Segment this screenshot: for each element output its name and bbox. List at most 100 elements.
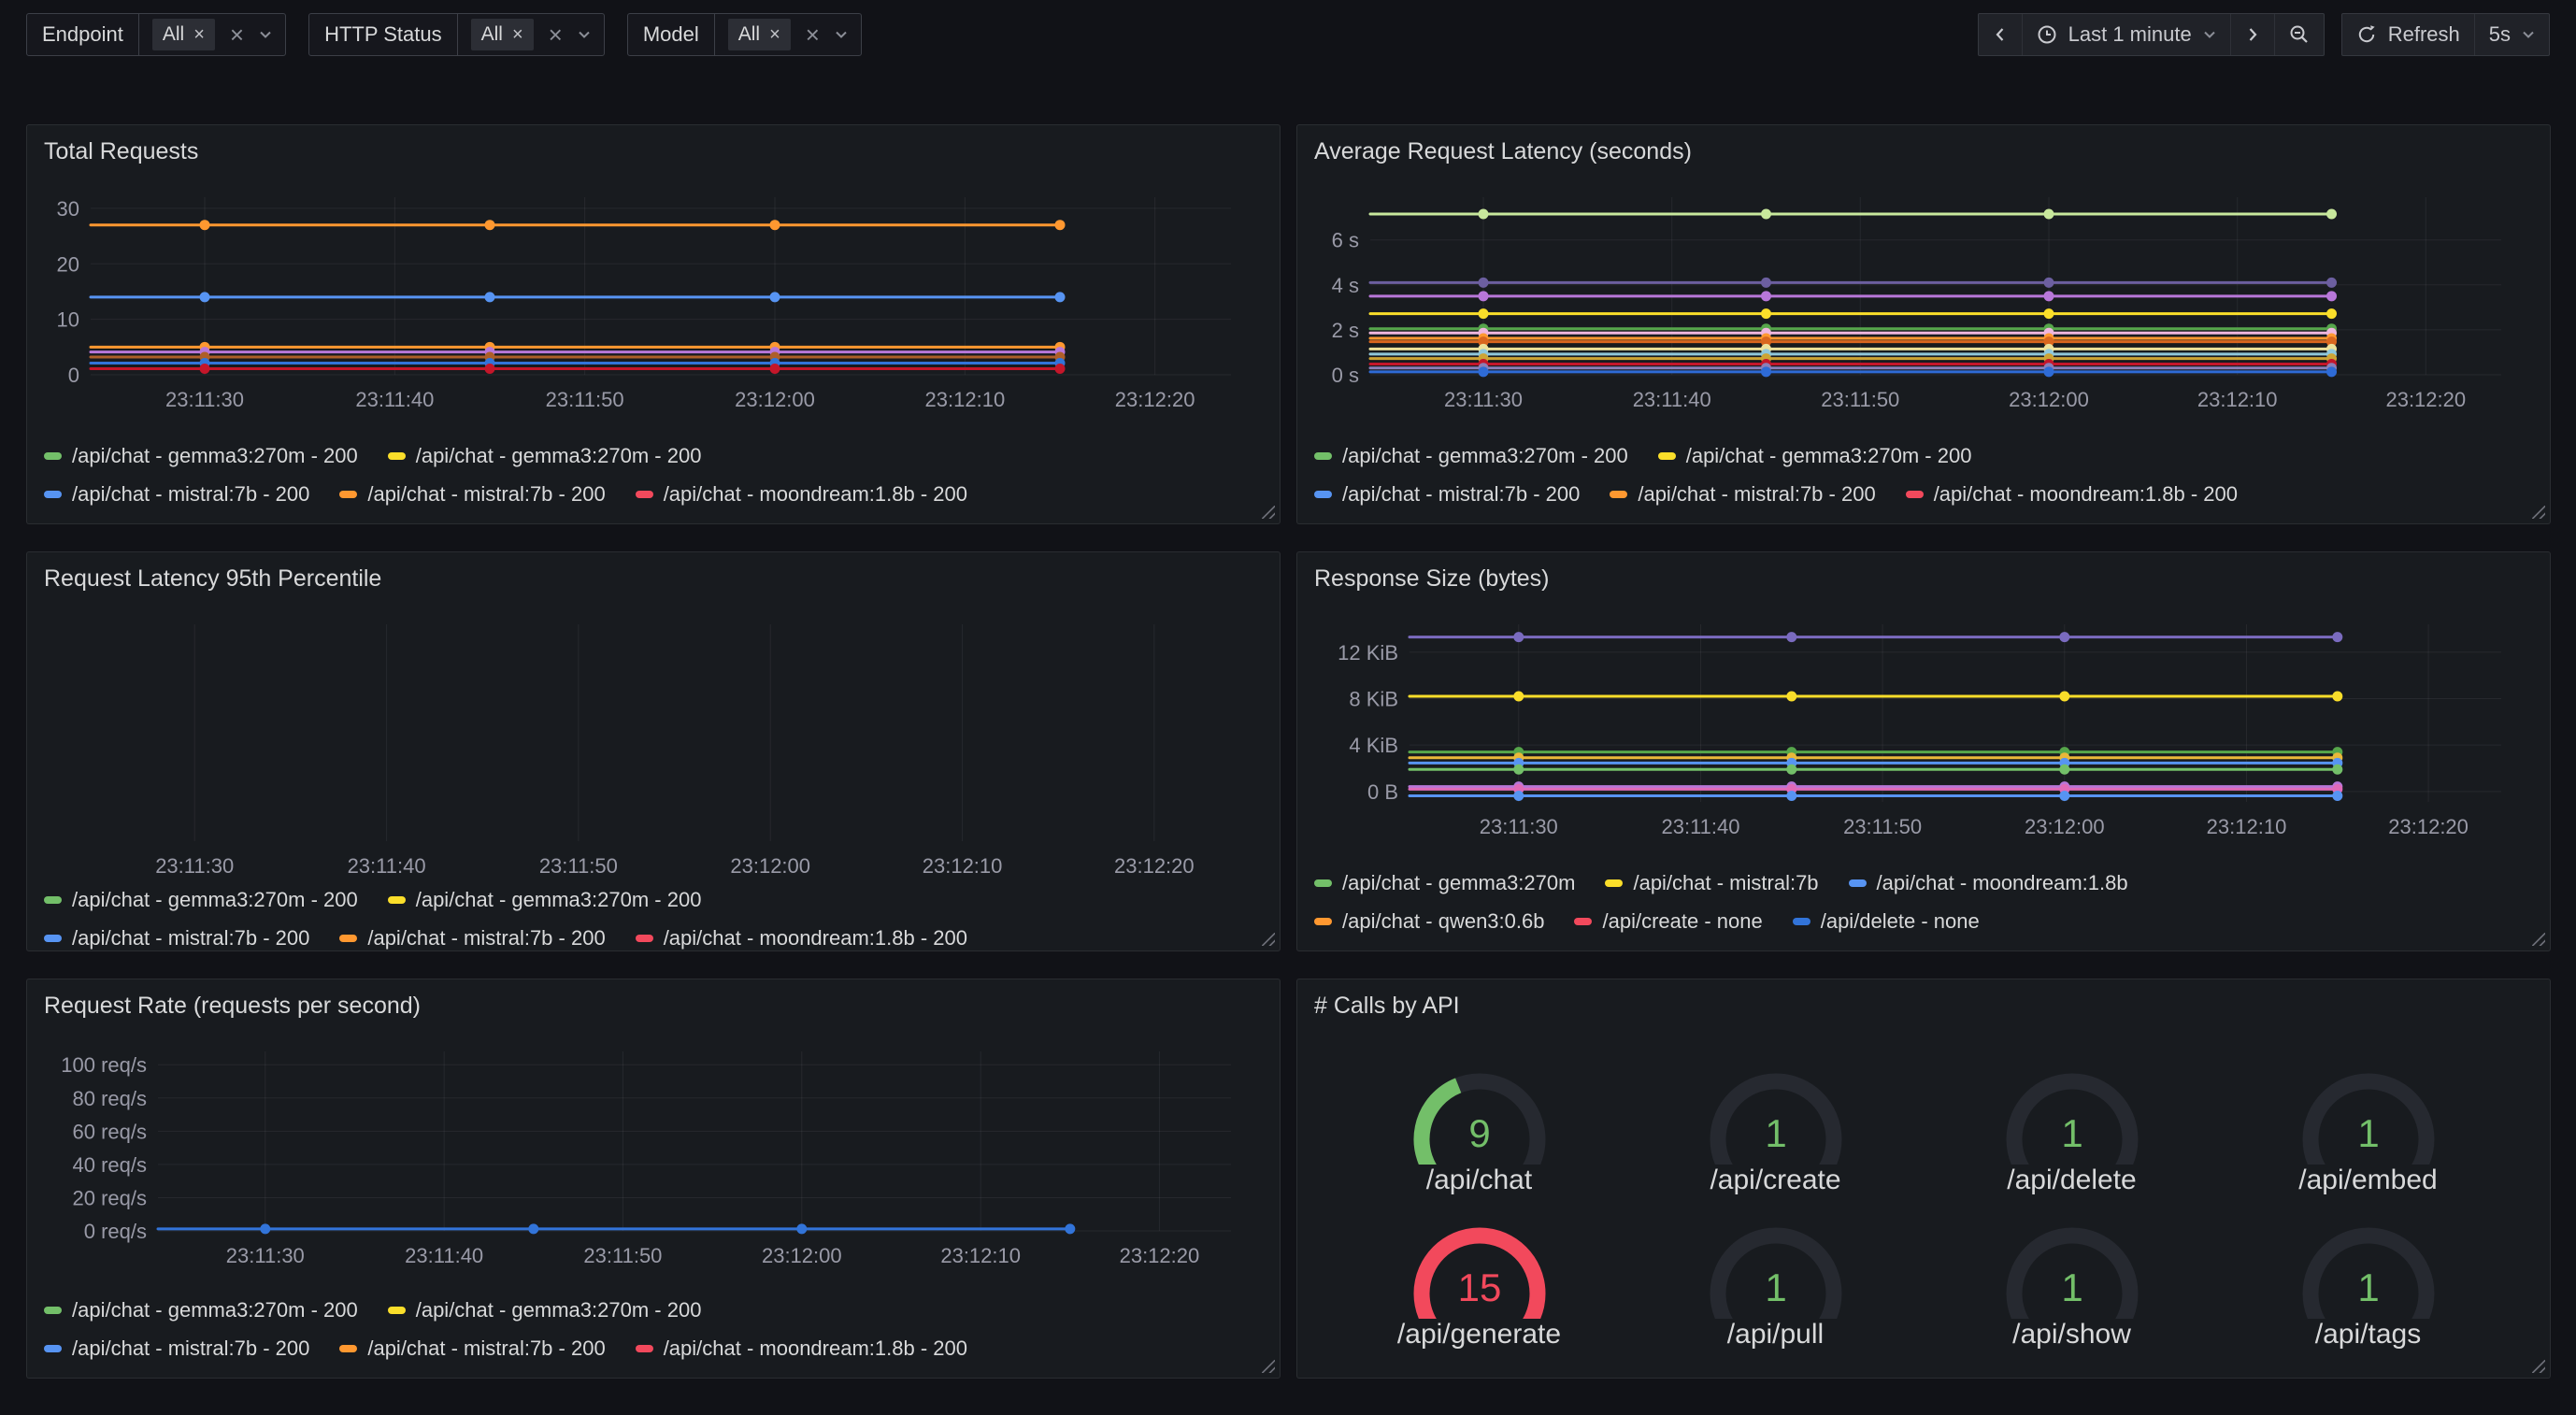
chart-area[interactable]: 23:11:3023:11:4023:11:5023:12:0023:12:10… [42,184,1265,418]
panel-title[interactable]: Request Rate (requests per second) [44,993,1265,1020]
legend-item[interactable]: /api/chat - mistral:7b [1605,871,1818,895]
timeseries-plot[interactable]: 23:11:3023:11:4023:11:5023:12:0023:12:10… [42,184,1265,418]
clear-filter-icon[interactable]: × [549,22,563,47]
remove-chip-icon[interactable]: × [193,25,205,44]
zoom-out-button[interactable] [2274,14,2324,55]
legend-marker [44,896,62,904]
legend-item[interactable]: /api/chat - gemma3:270m - 200 [1314,444,1628,468]
legend-row: /api/chat - gemma3:270m - 200/api/chat -… [44,1298,1263,1322]
filter-chip[interactable]: All× [152,19,215,50]
legend-label: /api/chat - moondream:1.8b - 200 [664,926,967,950]
filter-http-status[interactable]: HTTP StatusAll×× [308,13,605,56]
chart-area[interactable]: 23:11:3023:11:4023:11:5023:12:0023:12:10… [42,1038,1265,1274]
refresh-button[interactable]: Refresh [2342,14,2474,55]
legend-label: /api/chat - qwen3:0.6b [1342,909,1544,934]
clear-filter-icon[interactable]: × [230,22,244,47]
legend-item[interactable]: /api/chat - moondream:1.8b - 200 [636,482,967,507]
legend-item[interactable]: /api/chat - gemma3:270m - 200 [388,888,702,912]
legend-label: /api/chat - moondream:1.8b - 200 [1934,482,2238,507]
legend-marker [339,935,357,942]
legend-item[interactable]: /api/delete - none [1793,909,1980,934]
legend-item[interactable]: /api/chat - gemma3:270m [1314,871,1575,895]
legend-marker [1610,491,1627,498]
panel-resize-handle[interactable] [2532,506,2545,519]
gauge-api-delete: 1/api/delete [1983,1047,2161,1196]
chart-area[interactable]: 23:11:3023:11:4023:11:5023:12:0023:12:10… [42,611,1265,884]
remove-chip-icon[interactable]: × [512,25,523,44]
legend-item[interactable]: /api/chat - gemma3:270m - 200 [388,1298,702,1322]
legend-item[interactable]: /api/chat - gemma3:270m - 200 [44,888,358,912]
time-range-picker[interactable]: Last 1 minute [2022,14,2230,55]
legend-item[interactable]: /api/chat - mistral:7b - 200 [339,1336,605,1361]
chart-area[interactable]: 23:11:3023:11:4023:11:5023:12:0023:12:10… [1312,184,2535,418]
timeseries-plot[interactable]: 23:11:3023:11:4023:11:5023:12:0023:12:10… [42,611,1265,884]
legend-item[interactable]: /api/chat - moondream:1.8b - 200 [1906,482,2238,507]
filter-value: All×× [458,14,604,55]
time-back-button[interactable] [1979,14,2022,55]
chart-area[interactable]: 23:11:3023:11:4023:11:5023:12:0023:12:10… [1312,611,2535,845]
panel-title[interactable]: Average Request Latency (seconds) [1314,138,2535,165]
legend-item[interactable]: /api/chat - gemma3:270m - 200 [44,1298,358,1322]
refresh-interval-picker[interactable]: 5s [2474,14,2549,55]
legend-item[interactable]: /api/chat - gemma3:270m - 200 [1658,444,1972,468]
clock-icon [2037,24,2057,45]
filter-endpoint[interactable]: EndpointAll×× [26,13,286,56]
legend-item[interactable]: /api/chat - gemma3:270m - 200 [44,444,358,468]
chevron-down-icon[interactable] [835,30,848,39]
legend-item[interactable]: /api/chat - mistral:7b - 200 [44,482,309,507]
panel-resize-handle[interactable] [1262,506,1275,519]
legend-item[interactable]: /api/chat - mistral:7b - 200 [44,926,309,950]
clear-filter-icon[interactable]: × [806,22,820,47]
timeseries-plot[interactable]: 23:11:3023:11:4023:11:5023:12:0023:12:10… [42,1038,1265,1274]
legend-item[interactable]: /api/chat - moondream:1.8b - 200 [636,926,967,950]
legend-item[interactable]: /api/chat - moondream:1.8b [1849,871,2128,895]
legend-label: /api/chat - gemma3:270m - 200 [1686,444,1972,468]
legend-marker [1314,879,1332,887]
legend-marker [388,452,406,460]
legend: /api/chat - gemma3:270m - 200/api/chat -… [1312,440,2535,514]
legend-marker [339,491,357,498]
y-axis-tick-label: 20 [57,252,79,276]
panel-resize-handle[interactable] [1262,1360,1275,1373]
panel-title[interactable]: # Calls by API [1314,993,2535,1020]
y-axis-tick-label: 2 s [1332,319,1359,342]
legend-item[interactable]: /api/chat - moondream:1.8b - 200 [636,1336,967,1361]
chevron-down-icon[interactable] [578,30,591,39]
x-axis-tick-label: 23:12:10 [925,388,1006,411]
remove-chip-icon[interactable]: × [769,25,780,44]
chevron-down-icon[interactable] [259,30,272,39]
legend-item[interactable]: /api/chat - mistral:7b - 200 [1314,482,1580,507]
y-axis-tick-label: 10 [57,308,79,332]
panel-resize-handle[interactable] [1262,933,1275,946]
filter-model[interactable]: ModelAll×× [627,13,862,56]
legend-item[interactable]: /api/chat - gemma3:270m - 200 [388,444,702,468]
legend-item[interactable]: /api/create - none [1574,909,1762,934]
x-axis-tick-label: 23:11:40 [405,1244,483,1267]
x-axis-tick-label: 23:12:00 [2025,815,2105,838]
gauge-arc: 1 [1983,1201,2161,1319]
legend-item[interactable]: /api/chat - qwen3:0.6b [1314,909,1544,934]
panel-resize-handle[interactable] [2532,933,2545,946]
filter-chip-label: All [738,23,760,46]
panel-request-rate-requests-per-second: Request Rate (requests per second) 23:11:… [26,979,1281,1379]
gauge-arc: 1 [2280,1201,2457,1319]
y-axis-tick-label: 20 req/s [73,1186,148,1209]
legend-item[interactable]: /api/chat - mistral:7b - 200 [339,482,605,507]
time-forward-button[interactable] [2230,14,2274,55]
x-axis-tick-label: 23:12:20 [1114,854,1195,878]
gauge-api-show: 1/api/show [1983,1201,2161,1351]
panel-title[interactable]: Response Size (bytes) [1314,565,2535,593]
filter-chip[interactable]: All × [728,19,791,50]
legend-item[interactable]: /api/chat - mistral:7b - 200 [44,1336,309,1361]
legend-item[interactable]: /api/chat - mistral:7b - 200 [1610,482,1875,507]
timeseries-plot[interactable]: 23:11:3023:11:4023:11:5023:12:0023:12:10… [1312,184,2535,418]
filter-chip[interactable]: All× [471,19,534,50]
panel-title[interactable]: Request Latency 95th Percentile [44,565,1265,593]
legend-item[interactable]: /api/chat - mistral:7b - 200 [339,926,605,950]
x-axis-tick-label: 23:11:30 [1444,388,1523,411]
timeseries-plot[interactable]: 23:11:3023:11:4023:11:5023:12:0023:12:10… [1312,611,2535,845]
panel-title[interactable]: Total Requests [44,138,1265,165]
legend-marker [339,1345,357,1352]
panel-resize-handle[interactable] [2532,1360,2545,1373]
gauge-label: /api/tags [2315,1319,2421,1351]
